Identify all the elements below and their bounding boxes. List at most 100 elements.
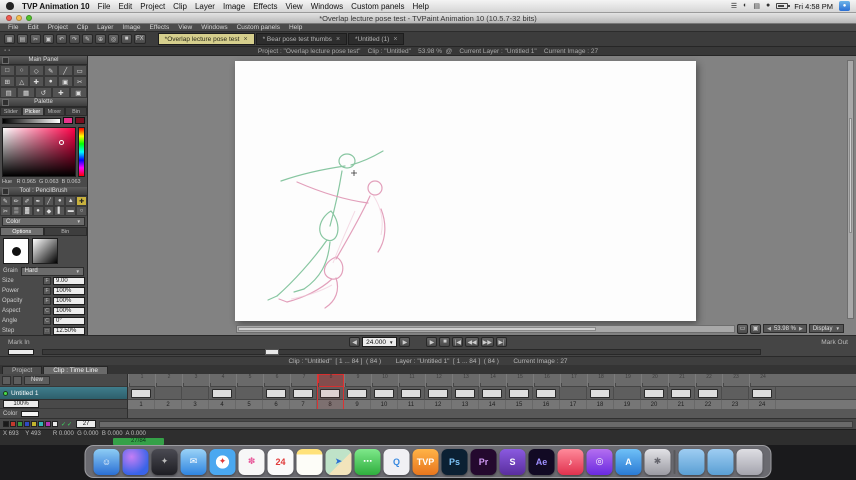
toolbar-button[interactable]: ▦ <box>4 34 15 44</box>
timeline-frame-cell[interactable] <box>209 387 236 400</box>
timeline-tool-button[interactable] <box>13 375 22 385</box>
frame-number[interactable]: 20 <box>641 400 668 409</box>
dock-icon-launchpad[interactable]: ✦ <box>151 448 178 475</box>
dock-icon-tvpaint[interactable]: TVP <box>412 448 439 475</box>
menubar-status-icon[interactable]: ● <box>766 2 770 10</box>
foreground-color-swatch[interactable] <box>63 117 73 124</box>
transport-button[interactable]: ▶| <box>495 337 507 347</box>
timeline-frame-cell[interactable] <box>182 387 209 400</box>
menubar-menu-item[interactable]: Image <box>223 2 245 11</box>
transport-button[interactable]: |◀ <box>452 337 464 347</box>
frame-number[interactable]: 21 <box>668 400 695 409</box>
timeline-color-swatch[interactable] <box>52 421 58 427</box>
canvas-vertical-scrollbar[interactable] <box>847 60 854 319</box>
dock-icon-premiere[interactable]: Pr <box>470 448 497 475</box>
brush-button[interactable]: ◆ <box>43 206 55 216</box>
brush-button[interactable]: ✂ <box>0 206 11 216</box>
brush-gradient-preview[interactable] <box>32 238 58 264</box>
frame-number[interactable]: 6 <box>263 400 290 409</box>
info-bar-icon[interactable]: ▪ <box>8 48 10 54</box>
value-gradient-strip[interactable] <box>2 117 61 124</box>
brush-button[interactable]: ▌ <box>54 206 66 216</box>
tool-button[interactable]: ✚ <box>29 76 44 87</box>
palette-tab[interactable]: Slider <box>0 107 22 116</box>
layer-check-icons[interactable]: ✓✓ <box>61 421 73 428</box>
mark-in-label[interactable]: Mark In <box>0 339 110 346</box>
layer-color-swatch[interactable] <box>21 410 40 417</box>
parameter-value-field[interactable]: 0° <box>53 317 85 325</box>
menubar-status-icon[interactable]: ☰ <box>731 2 737 10</box>
menubar-menu-item[interactable]: Edit <box>118 2 132 11</box>
new-layer-button[interactable]: New <box>24 375 51 385</box>
parameter-mode-toggle[interactable]: C <box>43 307 51 315</box>
ruler-frame[interactable]: 4 <box>209 374 236 387</box>
tool-panel-header[interactable]: Tool : PencilBrush <box>0 187 87 196</box>
timeline-scroll-track[interactable] <box>99 420 853 428</box>
parameter-value-field[interactable]: 9.00 <box>53 277 85 285</box>
menubar-status-icon[interactable]: ◐ <box>743 2 747 10</box>
tab-close-icon[interactable]: × <box>336 36 340 43</box>
frame-number[interactable]: 17 <box>560 400 587 409</box>
zoom-control[interactable]: ◀ 53.98 % ▶ <box>763 324 807 333</box>
tool-button[interactable]: ● <box>43 76 58 87</box>
timeline-frame-cell[interactable] <box>668 387 695 400</box>
frame-number[interactable]: 2 <box>155 400 182 409</box>
frame-number[interactable]: 4 <box>209 400 236 409</box>
document-tab[interactable]: * Bear pose test thumbs × <box>255 33 348 45</box>
slider-handle[interactable] <box>265 349 280 355</box>
ruler-frame[interactable]: 18 <box>587 374 614 387</box>
options-tab[interactable]: Bin <box>43 227 87 236</box>
dock-icon-after-effects[interactable]: Ae <box>528 448 555 475</box>
timeline-frame-cell[interactable] <box>722 387 749 400</box>
parameter-value-field[interactable]: 100% <box>53 307 85 315</box>
app-menu-item[interactable]: Help <box>289 24 302 31</box>
timeline-frame-cell[interactable] <box>263 387 290 400</box>
canvas-horizontal-scrollbar[interactable] <box>236 324 736 333</box>
grain-select[interactable]: Hard ▼ <box>20 266 84 276</box>
layer-name[interactable]: Untitled 1 <box>11 390 38 397</box>
menubar-status-icon[interactable]: ▤ <box>753 2 760 10</box>
toolbar-button[interactable]: ▣ <box>43 34 54 44</box>
tool-button[interactable]: ✂ <box>72 76 87 87</box>
timeline-frame-cell[interactable] <box>587 387 614 400</box>
brush-button[interactable]: ▬ <box>65 206 77 216</box>
frame-number[interactable]: 11 <box>398 400 425 409</box>
menubar-clock[interactable]: Fri 4:58 PM <box>794 2 833 11</box>
frame-number[interactable]: 3 <box>182 400 209 409</box>
tool-button[interactable]: ╱ <box>58 65 73 76</box>
timeline-frame-cell[interactable] <box>560 387 587 400</box>
panel-action-button[interactable]: ↺ <box>34 87 53 98</box>
dock-icon-mail[interactable]: ✉ <box>180 448 207 475</box>
tool-button[interactable]: ▭ <box>72 65 87 76</box>
brush-button[interactable]: ▓ <box>21 206 33 216</box>
timeline-color-swatch[interactable] <box>17 421 23 427</box>
parameter-mode-toggle[interactable]: □ <box>43 327 51 335</box>
timeline-frame-cell[interactable] <box>128 387 155 400</box>
app-menu-item[interactable]: Windows <box>201 24 227 31</box>
timeline-frame-cell[interactable] <box>317 387 344 400</box>
frame-number[interactable]: 5 <box>236 400 263 409</box>
ruler-frame[interactable]: 7 <box>290 374 317 387</box>
menubar-menu-item[interactable]: Windows <box>311 2 343 11</box>
transport-button[interactable]: ■ <box>439 337 451 347</box>
timeline-color-swatch[interactable] <box>45 421 51 427</box>
timeline-frame-cell[interactable] <box>641 387 668 400</box>
app-menu-item[interactable]: Effects <box>149 24 169 31</box>
brush-button[interactable]: ○ <box>76 206 87 216</box>
panel-action-button[interactable]: ▦ <box>17 87 35 98</box>
app-menu-item[interactable]: Image <box>122 24 140 31</box>
menubar-menu-item[interactable]: Clip <box>173 2 187 11</box>
timeline-color-swatch[interactable] <box>24 421 30 427</box>
drawing-canvas[interactable] <box>235 61 696 321</box>
app-menu-item[interactable]: Layer <box>97 24 113 31</box>
ruler-frame[interactable]: 14 <box>479 374 506 387</box>
frame-number[interactable]: 19 <box>614 400 641 409</box>
timeline-tool-button[interactable] <box>2 375 11 385</box>
ruler-frame[interactable]: 8 <box>317 374 344 387</box>
timeline-frame-cell[interactable] <box>749 387 776 400</box>
view-option-button[interactable]: ▣ <box>750 323 762 334</box>
timeline-color-swatch[interactable] <box>10 421 16 427</box>
menubar-menu-item[interactable]: Project <box>140 2 165 11</box>
dock-icon-notes[interactable] <box>296 448 323 475</box>
brush-button[interactable]: ✏ <box>10 196 22 206</box>
